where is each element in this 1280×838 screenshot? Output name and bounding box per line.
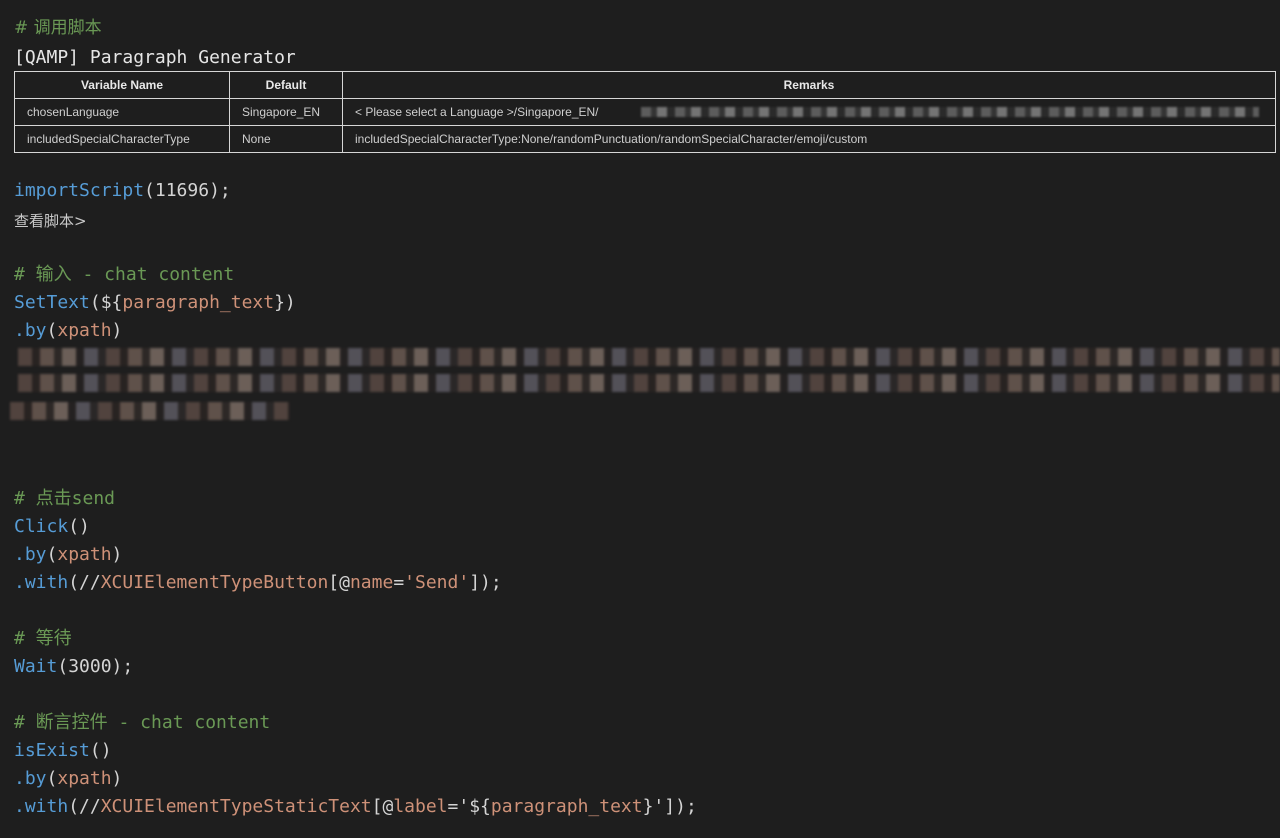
isexist-fn: isExist: [14, 740, 90, 761]
col-remarks: Remarks: [342, 71, 1276, 99]
redacted-remarks: [641, 107, 1259, 117]
by-arg: xpath: [57, 544, 112, 565]
with-button-line: .with(//XCUIElementTypeButton[@name='Sen…: [14, 571, 502, 595]
assert-comment: # 断言控件 - chat content: [14, 712, 271, 733]
by-open: (: [46, 544, 58, 565]
element-type: XCUIElementTypeButton: [100, 572, 329, 593]
redacted-xpath-line-2: [18, 374, 1280, 392]
attr-bracket: [@: [328, 572, 350, 593]
with-method: .with: [14, 796, 69, 817]
settext-close: }): [274, 292, 296, 313]
wait-args: (3000);: [57, 656, 134, 677]
settext-var: paragraph_text: [122, 292, 275, 313]
attr-value-open: '${: [458, 796, 491, 817]
attr-eq: =: [393, 572, 405, 593]
by-method: .by: [14, 320, 47, 341]
by-close: ): [111, 320, 123, 341]
wait-comment: # 等待: [14, 628, 72, 649]
default-cell: Singapore_EN: [229, 98, 343, 126]
settext-open: (${: [89, 292, 123, 313]
isexist-args: (): [89, 740, 112, 761]
remarks-cell: includedSpecialCharacterType:None/random…: [342, 125, 1276, 153]
by-xpath-line: .by(xpath): [14, 319, 122, 343]
var-name-cell: chosenLanguage: [14, 98, 230, 126]
col-default: Default: [229, 71, 343, 99]
script-title: [QAMP] Paragraph Generator: [14, 47, 296, 68]
by-close: ): [111, 544, 123, 565]
input-comment: # 输入 - chat content: [14, 264, 235, 285]
attr-value-var: paragraph_text: [490, 796, 643, 817]
import-script-line: importScript(11696);: [14, 179, 231, 203]
by-open: (: [46, 768, 58, 789]
table-row: includedSpecialCharacterType None includ…: [14, 125, 1276, 153]
remarks-text: < Please select a Language >/Singapore_E…: [355, 105, 599, 119]
by-arg: xpath: [57, 320, 112, 341]
settext-line: SetText(${paragraph_text}): [14, 291, 296, 315]
by-close: ): [111, 768, 123, 789]
by-open: (: [46, 320, 58, 341]
remarks-cell: < Please select a Language >/Singapore_E…: [342, 98, 1276, 126]
with-close: ]);: [664, 796, 697, 817]
by-arg: xpath: [57, 768, 112, 789]
params-table: Variable Name Default Remarks chosenLang…: [14, 71, 1276, 153]
with-open: (//: [68, 796, 101, 817]
wait-line: Wait(3000);: [14, 655, 133, 679]
redacted-xpath-line-3: [10, 402, 290, 420]
with-method: .with: [14, 572, 69, 593]
script-call-comment: # 调用脚本: [14, 18, 102, 38]
params-table-header: Variable Name Default Remarks: [14, 71, 1276, 99]
click-fn: Click: [14, 516, 69, 537]
with-close: ]);: [469, 572, 502, 593]
col-variable-name: Variable Name: [14, 71, 230, 99]
isexist-line: isExist(): [14, 739, 112, 763]
attr-bracket: [@: [371, 796, 394, 817]
element-type: XCUIElementTypeStaticText: [100, 796, 372, 817]
import-args: (11696);: [144, 180, 231, 201]
view-script-link[interactable]: 查看脚本>: [14, 210, 87, 231]
with-statictext-line: .with(//XCUIElementTypeStaticText[@label…: [14, 795, 697, 819]
click-comment: # 点击send: [14, 488, 116, 509]
redacted-xpath-line-1: [18, 348, 1280, 366]
wait-fn: Wait: [14, 656, 58, 677]
by-method: .by: [14, 544, 47, 565]
by-xpath-line: .by(xpath): [14, 543, 122, 567]
attr-name: name: [349, 572, 394, 593]
default-cell: None: [229, 125, 343, 153]
by-method: .by: [14, 768, 47, 789]
attr-value-close: }': [642, 796, 665, 817]
attr-eq: =: [447, 796, 459, 817]
attr-value: 'Send': [404, 572, 470, 593]
settext-fn: SetText: [14, 292, 90, 313]
table-row: chosenLanguage Singapore_EN < Please sel…: [14, 98, 1276, 126]
import-fn: importScript: [14, 180, 145, 201]
attr-name: label: [393, 796, 448, 817]
by-xpath-line: .by(xpath): [14, 767, 122, 791]
click-line: Click(): [14, 515, 90, 539]
click-args: (): [68, 516, 90, 537]
var-name-cell: includedSpecialCharacterType: [14, 125, 230, 153]
with-open: (//: [68, 572, 101, 593]
